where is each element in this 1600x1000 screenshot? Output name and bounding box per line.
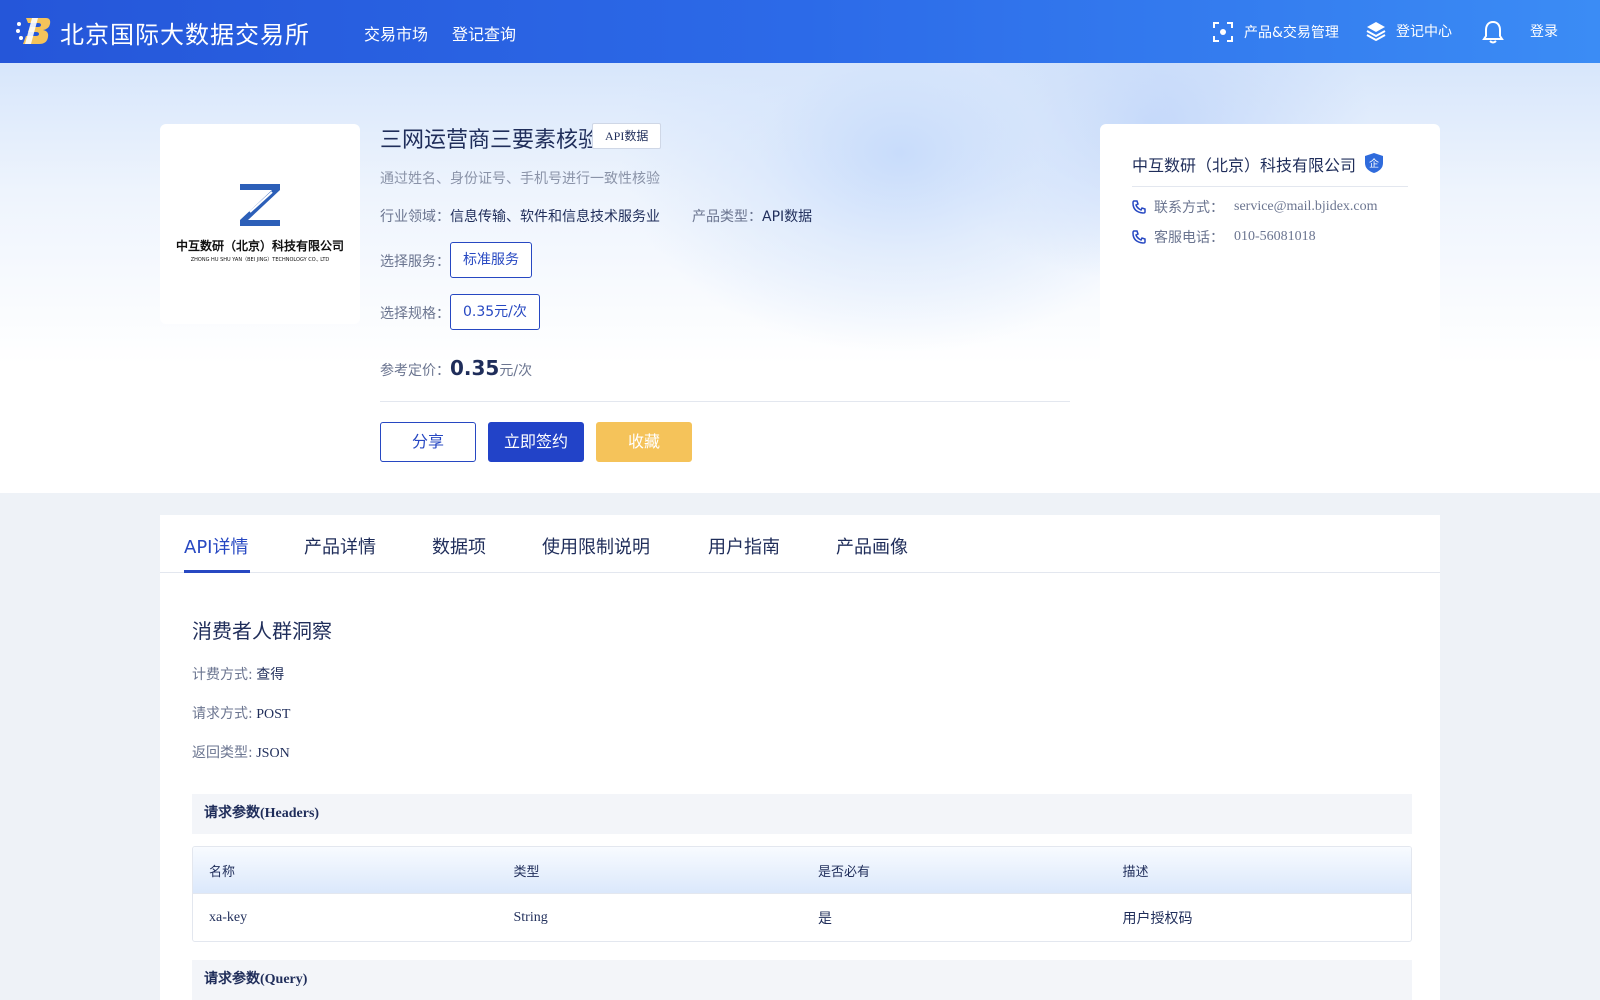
column-header-name: 名称 (209, 864, 236, 880)
tab-api-details[interactable]: API详情 (184, 533, 248, 559)
tab-data-items[interactable]: 数据项 (432, 533, 486, 559)
contact-email-row: 联系方式： service@mail.bjidex.com (1132, 197, 1378, 217)
phone-icon (1132, 230, 1146, 244)
active-tab-indicator (184, 570, 250, 573)
favorite-button[interactable]: 收藏 (596, 422, 692, 462)
sign-now-button[interactable]: 立即签约 (488, 422, 584, 462)
bjidex-logo-icon[interactable] (16, 15, 52, 47)
product-mgmt-link[interactable]: 产品&交易管理 (1212, 21, 1339, 43)
logo-company-name-en: ZHONG HU SHU YAN（BEI JING）TECHNOLOGY CO.… (190, 257, 330, 263)
product-type-field: 产品类型：API数据 (692, 206, 812, 226)
param-description: 用户授权码 (1122, 911, 1193, 927)
method-label: 请求方式: (192, 706, 253, 722)
param-required: 是 (818, 911, 832, 927)
return-value: JSON (256, 746, 290, 761)
product-title: 三网运营商三要素核验 (380, 128, 601, 153)
api-section-title: 消费者人群洞察 (192, 619, 332, 643)
enterprise-badge-text: 企 (1369, 157, 1379, 170)
login-link[interactable]: 登录 (1530, 21, 1558, 41)
table-row: xa-key String 是 用户授权码 (193, 894, 1411, 941)
tab-product-profile[interactable]: 产品画像 (836, 533, 908, 559)
price-label: 参考定价： (380, 363, 450, 379)
nav-trading-market[interactable]: 交易市场 (364, 21, 428, 45)
registration-center-link[interactable]: 登记中心 (1366, 21, 1452, 41)
zhonghu-z-logo-icon (240, 184, 280, 226)
product-mgmt-label: 产品&交易管理 (1244, 25, 1339, 41)
price-unit: 元/次 (499, 363, 533, 379)
tab-usage-limits[interactable]: 使用限制说明 (542, 533, 650, 559)
scan-icon (1213, 22, 1233, 42)
layers-icon (1366, 22, 1386, 41)
contact-email[interactable]: service@mail.bjidex.com (1234, 199, 1378, 215)
headers-params-table: 名称 类型 是否必有 描述 xa-key String 是 用户授权码 (192, 846, 1412, 942)
price-divider (380, 401, 1070, 402)
logo-company-name: 中互数研（北京）科技有限公司 (175, 239, 344, 253)
billing-label: 计费方式: (192, 667, 253, 683)
company-name[interactable]: 中互数研（北京）科技有限公司 (1132, 152, 1356, 176)
top-navbar: 北京国际大数据交易所 交易市场 登记查询 产品&交易管理 登记中心 登录 (0, 0, 1600, 63)
column-header-description: 描述 (1122, 864, 1149, 880)
bell-icon[interactable] (1482, 20, 1504, 44)
return-label: 返回类型: (192, 745, 253, 761)
phone-label: 客服电话： (1154, 230, 1224, 246)
billing-method: 计费方式: 查得 (192, 664, 284, 684)
product-type-tag: API数据 (592, 123, 662, 149)
column-header-type: 类型 (513, 864, 540, 880)
industry-label: 行业领域： (380, 209, 450, 225)
detail-panel: API详情 产品详情 数据项 使用限制说明 用户指南 产品画像 消费者人群洞察 … (160, 515, 1440, 1000)
spec-label: 选择规格： (380, 306, 450, 322)
service-option-standard[interactable]: 标准服务 (450, 242, 532, 278)
company-logo: 中互数研（北京）科技有限公司 ZHONG HU SHU YAN（BEI JING… (170, 182, 350, 263)
tab-product-details[interactable]: 产品详情 (304, 533, 376, 559)
param-name: xa-key (209, 909, 248, 925)
return-type: 返回类型: JSON (192, 742, 290, 762)
detail-tabs: API详情 产品详情 数据项 使用限制说明 用户指南 产品画像 (160, 515, 1440, 573)
share-button[interactable]: 分享 (380, 422, 476, 462)
phone-value: 010-56081018 (1234, 229, 1316, 244)
headers-params-title: 请求参数(Headers) (192, 794, 1412, 834)
product-type-label: 产品类型： (692, 209, 762, 225)
billing-value: 查得 (256, 668, 285, 683)
price-value: 0.35 (450, 356, 500, 380)
reference-price: 参考定价： 0.35 元/次 (380, 356, 532, 380)
product-description: 通过姓名、身份证号、手机号进行一致性核验 (380, 171, 660, 187)
request-method: 请求方式: POST (192, 703, 290, 723)
spec-option[interactable]: 0.35元/次 (450, 294, 540, 330)
param-type: String (513, 909, 548, 925)
industry-field: 行业领域：信息传输、软件和信息技术服务业 (380, 206, 660, 226)
company-card: 中互数研（北京）科技有限公司 企 联系方式： service@mail.bjid… (1100, 124, 1440, 424)
nav-registration-query[interactable]: 登记查询 (452, 21, 516, 45)
product-type-value: API数据 (762, 209, 813, 225)
contact-phone-row: 客服电话： 010-56081018 (1132, 227, 1316, 247)
tab-user-guide[interactable]: 用户指南 (708, 533, 780, 559)
phone-icon (1132, 200, 1146, 214)
company-card-divider (1132, 186, 1408, 187)
industry-value: 信息传输、软件和信息技术服务业 (450, 209, 660, 225)
column-header-required: 是否必有 (818, 864, 871, 880)
registration-center-label: 登记中心 (1396, 24, 1452, 40)
brand-title[interactable]: 北京国际大数据交易所 (60, 15, 310, 50)
method-value: POST (256, 707, 291, 722)
table-header-row: 名称 类型 是否必有 描述 (193, 847, 1411, 894)
enterprise-verified-icon: 企 (1365, 153, 1383, 173)
contact-label: 联系方式： (1154, 200, 1224, 216)
service-label: 选择服务： (380, 254, 450, 270)
query-params-title: 请求参数(Query) (192, 960, 1412, 1000)
